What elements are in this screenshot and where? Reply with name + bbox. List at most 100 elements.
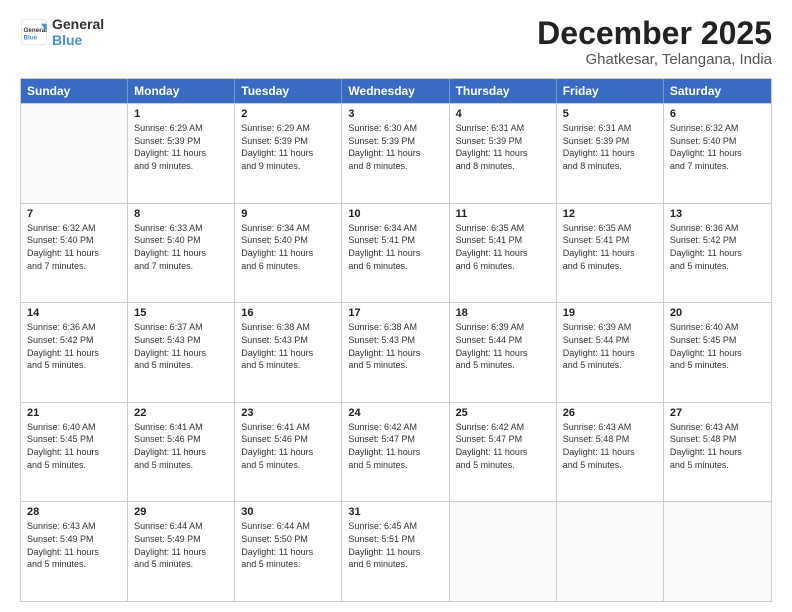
day-info: Sunrise: 6:42 AM Sunset: 5:47 PM Dayligh…: [348, 421, 442, 471]
calendar-row-0: 1 Sunrise: 6:29 AM Sunset: 5:39 PM Daylig…: [21, 103, 771, 203]
day-info: Sunrise: 6:40 AM Sunset: 5:45 PM Dayligh…: [27, 421, 121, 471]
day-info: Sunrise: 6:29 AM Sunset: 5:39 PM Dayligh…: [134, 122, 228, 172]
calendar-cell-r1c2: 9Sunrise: 6:34 AM Sunset: 5:40 PM Daylig…: [235, 204, 342, 303]
day-info: Sunrise: 6:31 AM Sunset: 5:39 PM Dayligh…: [563, 122, 657, 172]
day-number: 9: [241, 208, 335, 220]
day-number: 1: [134, 108, 228, 120]
day-number: 13: [670, 208, 765, 220]
logo-icon: General Blue: [20, 18, 48, 46]
day-number: 30: [241, 506, 335, 518]
calendar-row-1: 7 Sunrise: 6:32 AM Sunset: 5:40 PM Daylig…: [21, 203, 771, 303]
day-info: Sunrise: 6:32 AM Sunset: 5:40 PM Dayligh…: [27, 222, 121, 272]
calendar-cell-r0c3: 3 Sunrise: 6:30 AM Sunset: 5:39 PM Daylig…: [342, 104, 449, 203]
day-number: 23: [241, 407, 335, 419]
day-info: Sunrise: 6:42 AM Sunset: 5:47 PM Dayligh…: [456, 421, 550, 471]
day-number: 31: [348, 506, 442, 518]
calendar-cell-r2c0: 14 Sunrise: 6:36 AM Sunset: 5:42 PM Dayli…: [21, 303, 128, 402]
day-number: 18: [456, 307, 550, 319]
day-info: Sunrise: 6:37 AM Sunset: 5:43 PM Dayligh…: [134, 321, 228, 371]
calendar-cell-r1c0: 7 Sunrise: 6:32 AM Sunset: 5:40 PM Daylig…: [21, 204, 128, 303]
day-number: 8: [134, 208, 228, 220]
day-number: 14: [27, 307, 121, 319]
calendar-cell-r4c2: 30 Sunrise: 6:44 AM Sunset: 5:50 PM Dayli…: [235, 502, 342, 601]
day-number: 12: [563, 208, 657, 220]
calendar-cell-r1c5: 12Sunrise: 6:35 AM Sunset: 5:41 PM Dayli…: [557, 204, 664, 303]
day-info: Sunrise: 6:39 AM Sunset: 5:44 PM Dayligh…: [563, 321, 657, 371]
calendar-cell-r2c3: 17 Sunrise: 6:38 AM Sunset: 5:43 PM Dayli…: [342, 303, 449, 402]
day-number: 10: [348, 208, 442, 220]
calendar-cell-r0c6: 6Sunrise: 6:32 AM Sunset: 5:40 PM Daylig…: [664, 104, 771, 203]
day-number: 20: [670, 307, 765, 319]
calendar-cell-r1c3: 10 Sunrise: 6:34 AM Sunset: 5:41 PM Dayli…: [342, 204, 449, 303]
svg-text:General: General: [24, 27, 48, 34]
day-number: 24: [348, 407, 442, 419]
day-number: 7: [27, 208, 121, 220]
day-info: Sunrise: 6:43 AM Sunset: 5:48 PM Dayligh…: [563, 421, 657, 471]
calendar-cell-r2c5: 19 Sunrise: 6:39 AM Sunset: 5:44 PM Dayli…: [557, 303, 664, 402]
day-info: Sunrise: 6:29 AM Sunset: 5:39 PM Dayligh…: [241, 122, 335, 172]
logo-line2: Blue: [52, 32, 104, 48]
day-number: 25: [456, 407, 550, 419]
calendar-body: 1 Sunrise: 6:29 AM Sunset: 5:39 PM Daylig…: [21, 103, 771, 601]
day-info: Sunrise: 6:41 AM Sunset: 5:46 PM Dayligh…: [134, 421, 228, 471]
day-number: 29: [134, 506, 228, 518]
day-number: 11: [456, 208, 550, 220]
day-info: Sunrise: 6:45 AM Sunset: 5:51 PM Dayligh…: [348, 520, 442, 570]
title-block: December 2025 Ghatkesar, Telangana, Indi…: [537, 16, 772, 68]
day-number: 26: [563, 407, 657, 419]
calendar-cell-r3c2: 23 Sunrise: 6:41 AM Sunset: 5:46 PM Dayli…: [235, 403, 342, 502]
day-number: 3: [348, 108, 442, 120]
calendar-cell-r1c4: 11 Sunrise: 6:35 AM Sunset: 5:41 PM Dayli…: [450, 204, 557, 303]
day-info: Sunrise: 6:43 AM Sunset: 5:48 PM Dayligh…: [670, 421, 765, 471]
calendar-cell-r0c4: 4Sunrise: 6:31 AM Sunset: 5:39 PM Daylig…: [450, 104, 557, 203]
calendar-cell-r3c5: 26 Sunrise: 6:43 AM Sunset: 5:48 PM Dayli…: [557, 403, 664, 502]
day-info: Sunrise: 6:38 AM Sunset: 5:43 PM Dayligh…: [348, 321, 442, 371]
day-number: 15: [134, 307, 228, 319]
day-number: 5: [563, 108, 657, 120]
calendar-header-sunday: Sunday: [21, 79, 128, 103]
calendar-cell-r3c0: 21 Sunrise: 6:40 AM Sunset: 5:45 PM Dayli…: [21, 403, 128, 502]
day-info: Sunrise: 6:35 AM Sunset: 5:41 PM Dayligh…: [456, 222, 550, 272]
month-title: December 2025: [537, 16, 772, 51]
day-info: Sunrise: 6:39 AM Sunset: 5:44 PM Dayligh…: [456, 321, 550, 371]
calendar-cell-r3c4: 25 Sunrise: 6:42 AM Sunset: 5:47 PM Dayli…: [450, 403, 557, 502]
day-info: Sunrise: 6:32 AM Sunset: 5:40 PM Dayligh…: [670, 122, 765, 172]
calendar-row-3: 21 Sunrise: 6:40 AM Sunset: 5:45 PM Dayli…: [21, 402, 771, 502]
day-number: 19: [563, 307, 657, 319]
calendar-header-monday: Monday: [128, 79, 235, 103]
calendar-row-4: 28Sunrise: 6:43 AM Sunset: 5:49 PM Dayli…: [21, 501, 771, 601]
calendar-cell-r3c1: 22 Sunrise: 6:41 AM Sunset: 5:46 PM Dayli…: [128, 403, 235, 502]
day-number: 17: [348, 307, 442, 319]
logo-line1: General: [52, 16, 104, 32]
day-info: Sunrise: 6:34 AM Sunset: 5:41 PM Dayligh…: [348, 222, 442, 272]
day-info: Sunrise: 6:36 AM Sunset: 5:42 PM Dayligh…: [27, 321, 121, 371]
calendar-header-tuesday: Tuesday: [235, 79, 342, 103]
day-number: 28: [27, 506, 121, 518]
day-number: 22: [134, 407, 228, 419]
day-number: 16: [241, 307, 335, 319]
day-number: 21: [27, 407, 121, 419]
calendar-cell-r4c1: 29 Sunrise: 6:44 AM Sunset: 5:49 PM Dayli…: [128, 502, 235, 601]
day-number: 4: [456, 108, 550, 120]
page-container: General Blue General Blue December 2025 …: [0, 0, 792, 612]
day-info: Sunrise: 6:44 AM Sunset: 5:49 PM Dayligh…: [134, 520, 228, 570]
day-info: Sunrise: 6:38 AM Sunset: 5:43 PM Dayligh…: [241, 321, 335, 371]
calendar-cell-r1c6: 13Sunrise: 6:36 AM Sunset: 5:42 PM Dayli…: [664, 204, 771, 303]
calendar-cell-r1c1: 8 Sunrise: 6:33 AM Sunset: 5:40 PM Daylig…: [128, 204, 235, 303]
calendar-cell-r2c6: 20Sunrise: 6:40 AM Sunset: 5:45 PM Dayli…: [664, 303, 771, 402]
calendar-header-thursday: Thursday: [450, 79, 557, 103]
calendar-cell-r3c3: 24 Sunrise: 6:42 AM Sunset: 5:47 PM Dayli…: [342, 403, 449, 502]
calendar-cell-r3c6: 27Sunrise: 6:43 AM Sunset: 5:48 PM Dayli…: [664, 403, 771, 502]
calendar-cell-r4c3: 31 Sunrise: 6:45 AM Sunset: 5:51 PM Dayli…: [342, 502, 449, 601]
calendar-cell-r2c4: 18 Sunrise: 6:39 AM Sunset: 5:44 PM Dayli…: [450, 303, 557, 402]
svg-text:Blue: Blue: [24, 35, 38, 42]
calendar-cell-r0c5: 5 Sunrise: 6:31 AM Sunset: 5:39 PM Daylig…: [557, 104, 664, 203]
calendar-cell-r2c1: 15 Sunrise: 6:37 AM Sunset: 5:43 PM Dayli…: [128, 303, 235, 402]
day-info: Sunrise: 6:41 AM Sunset: 5:46 PM Dayligh…: [241, 421, 335, 471]
day-info: Sunrise: 6:30 AM Sunset: 5:39 PM Dayligh…: [348, 122, 442, 172]
day-info: Sunrise: 6:33 AM Sunset: 5:40 PM Dayligh…: [134, 222, 228, 272]
calendar-header-friday: Friday: [557, 79, 664, 103]
calendar-cell-r4c0: 28Sunrise: 6:43 AM Sunset: 5:49 PM Dayli…: [21, 502, 128, 601]
day-number: 2: [241, 108, 335, 120]
day-info: Sunrise: 6:44 AM Sunset: 5:50 PM Dayligh…: [241, 520, 335, 570]
